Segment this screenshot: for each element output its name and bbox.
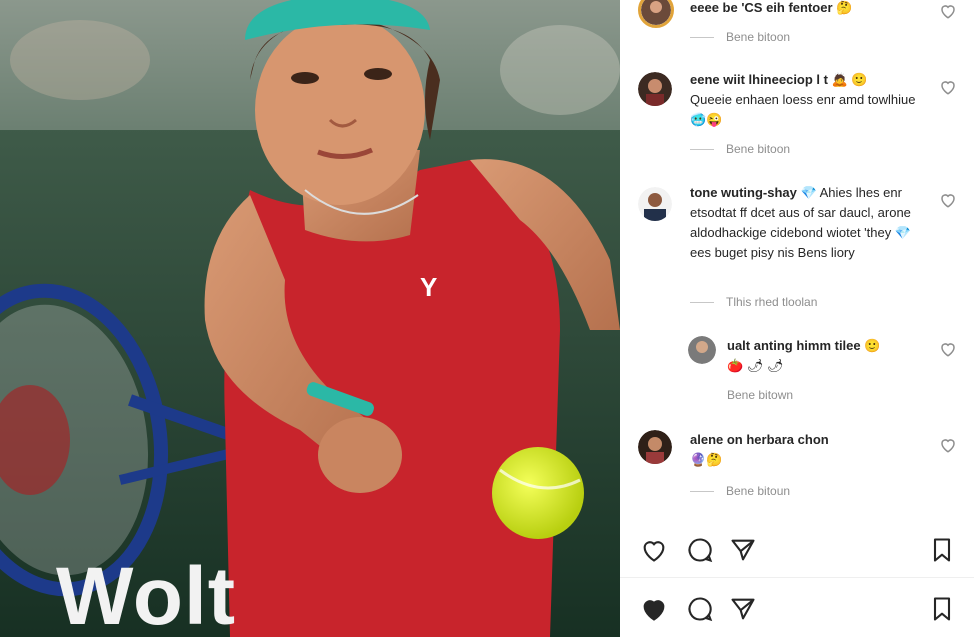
woman-avatar[interactable] <box>638 72 672 106</box>
reply-avatar[interactable] <box>688 336 716 364</box>
view-replies[interactable]: Tlhis rhed tloolan <box>690 295 817 309</box>
comment-reply-item: ualt anting himm tilee 🙂 🍅 🌶 🌶 Bene bito… <box>620 336 974 411</box>
action-bar <box>620 530 974 570</box>
view-replies-label: Bene bitown <box>727 388 794 402</box>
woman2-avatar[interactable] <box>638 430 672 464</box>
comment-body: 🔮🤔 <box>690 452 723 467</box>
comment-text: eeee be 'CS eih fentoer 🤔 <box>690 0 853 15</box>
like-comment-heart-icon[interactable] <box>939 436 957 454</box>
heart-icon[interactable] <box>640 536 668 564</box>
bookmark-icon[interactable] <box>928 536 956 564</box>
like-comment-heart-icon[interactable] <box>939 2 957 20</box>
bookmark-icon[interactable] <box>928 595 956 623</box>
view-replies[interactable]: Bene bitoun <box>690 484 790 498</box>
action-bar-liked <box>620 589 974 629</box>
comment-item: eene wiit lhineeciop l t 🙇 🙂 Queeie enha… <box>620 70 974 170</box>
like-comment-heart-icon[interactable] <box>939 78 957 96</box>
view-replies[interactable]: Bene bitoon <box>690 30 790 44</box>
like-comment-heart-icon[interactable] <box>939 340 957 358</box>
tennis-player-image: Y <box>0 0 620 637</box>
comment-text: alene on herbara chon 🔮🤔 <box>690 430 930 470</box>
svg-text:Y: Y <box>420 272 437 302</box>
comment-body: Queeie enhaen loess enr amd towlhiue 🥶😜 <box>690 92 916 127</box>
comment-username[interactable]: alene on herbara chon <box>690 432 829 447</box>
comment-text: ualt anting himm tilee 🙂 🍅 🌶 🌶 <box>727 336 927 376</box>
comment-body: 🍅 🌶 🌶 <box>727 358 784 373</box>
share-icon[interactable] <box>729 536 757 564</box>
view-replies[interactable]: Bene bitoon <box>690 142 790 156</box>
comment-item: tone wuting-shay 💎 Ahies lhes enr etsodt… <box>620 183 974 313</box>
post-watermark: Wolt <box>56 551 237 637</box>
comment-icon[interactable] <box>686 595 714 623</box>
comment-username[interactable]: ualt anting himm tilee 🙂 <box>727 338 880 353</box>
view-replies-label: Bene bitoon <box>726 30 791 44</box>
share-icon[interactable] <box>729 595 757 623</box>
view-replies[interactable]: Bene bitown <box>727 388 793 402</box>
view-replies-label: Bene bitoun <box>726 484 791 498</box>
comment-item: eeee be 'CS eih fentoer 🤔 Bene bitoon <box>620 0 974 60</box>
man-avatar[interactable] <box>638 187 672 221</box>
comment-text: tone wuting-shay 💎 Ahies lhes enr etsodt… <box>690 183 918 263</box>
ring-avatar[interactable] <box>638 0 674 28</box>
comment-icon[interactable] <box>686 536 714 564</box>
heart-filled-icon[interactable] <box>640 595 668 623</box>
comment-username[interactable]: eene wiit lhineeciop l t 🙇 🙂 <box>690 72 868 87</box>
divider <box>620 577 974 578</box>
comments-panel: eeee be 'CS eih fentoer 🤔 Bene bitoon ee… <box>620 0 974 637</box>
comment-item: alene on herbara chon 🔮🤔 Bene bitoun <box>620 430 974 500</box>
like-comment-heart-icon[interactable] <box>939 191 957 209</box>
view-replies-label: Bene bitoon <box>726 142 791 156</box>
view-replies-label: Tlhis rhed tloolan <box>726 295 818 309</box>
comment-text: eene wiit lhineeciop l t 🙇 🙂 Queeie enha… <box>690 70 930 130</box>
comment-username[interactable]: tone wuting-shay 💎 <box>690 185 817 200</box>
post-photo[interactable]: Y Wolt <box>0 0 620 637</box>
